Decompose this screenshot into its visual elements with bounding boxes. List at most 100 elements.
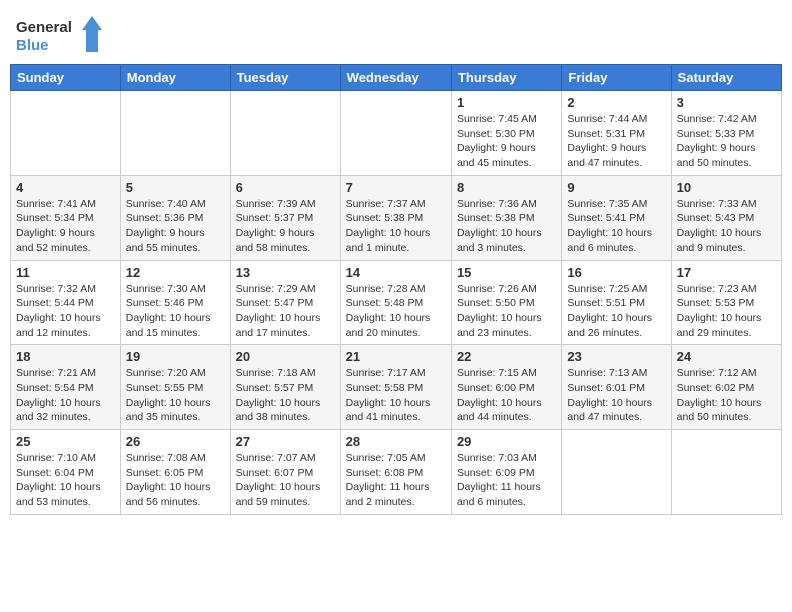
- day-info: Sunrise: 7:28 AM Sunset: 5:48 PM Dayligh…: [346, 282, 446, 341]
- calendar-cell: 15 Sunrise: 7:26 AM Sunset: 5:50 PM Dayli…: [451, 260, 561, 345]
- day-info: Sunrise: 7:42 AM Sunset: 5:33 PM Dayligh…: [677, 112, 776, 171]
- day-number: 1: [457, 95, 556, 110]
- day-info: Sunrise: 7:41 AM Sunset: 5:34 PM Dayligh…: [16, 197, 115, 256]
- day-info: Sunrise: 7:37 AM Sunset: 5:38 PM Dayligh…: [346, 197, 446, 256]
- header-saturday: Saturday: [671, 65, 781, 91]
- day-number: 25: [16, 434, 115, 449]
- day-number: 27: [236, 434, 335, 449]
- calendar-cell: 26Sunrise: 7:08 AM Sunset: 6:05 PM Dayli…: [120, 430, 230, 515]
- day-number: 14: [346, 265, 446, 280]
- calendar-cell: 2Sunrise: 7:44 AM Sunset: 5:31 PM Daylig…: [562, 91, 671, 176]
- day-number: 13: [236, 265, 335, 280]
- svg-text:Blue: Blue: [16, 37, 49, 54]
- day-info: Sunrise: 7:45 AM Sunset: 5:30 PM Dayligh…: [457, 112, 556, 171]
- calendar-cell: [340, 91, 451, 176]
- day-number: 16: [567, 265, 665, 280]
- day-info: Sunrise: 7:35 AM Sunset: 5:41 PM Dayligh…: [567, 197, 665, 256]
- calendar-cell: 25 Sunrise: 7:10 AM Sunset: 6:04 PM Dayli…: [11, 430, 121, 515]
- calendar-cell: [120, 91, 230, 176]
- day-info: Sunrise: 7:44 AM Sunset: 5:31 PM Dayligh…: [567, 112, 665, 171]
- day-number: 19: [126, 349, 225, 364]
- day-info: Sunrise: 7:23 AM Sunset: 5:53 PM Dayligh…: [677, 282, 776, 341]
- day-number: 7: [346, 180, 446, 195]
- day-number: 10: [677, 180, 776, 195]
- calendar-cell: 14 Sunrise: 7:28 AM Sunset: 5:48 PM Dayli…: [340, 260, 451, 345]
- calendar-week-row: 4 Sunrise: 7:41 AM Sunset: 5:34 PM Daylig…: [11, 175, 782, 260]
- calendar-cell: 13 Sunrise: 7:29 AM Sunset: 5:47 PM Dayli…: [230, 260, 340, 345]
- header-sunday: Sunday: [11, 65, 121, 91]
- day-info: Sunrise: 7:05 AM Sunset: 6:08 PM Dayligh…: [346, 451, 446, 510]
- day-number: 15: [457, 265, 556, 280]
- calendar-week-row: 1 Sunrise: 7:45 AM Sunset: 5:30 PM Daylig…: [11, 91, 782, 176]
- day-number: 24: [677, 349, 776, 364]
- day-info: Sunrise: 7:21 AM Sunset: 5:54 PM Dayligh…: [16, 366, 115, 425]
- day-number: 23: [567, 349, 665, 364]
- calendar-cell: [11, 91, 121, 176]
- day-number: 6: [236, 180, 335, 195]
- calendar-cell: 29 Sunrise: 7:03 AM Sunset: 6:09 PM Dayli…: [451, 430, 561, 515]
- day-number: 28: [346, 434, 446, 449]
- day-number: 8: [457, 180, 556, 195]
- day-info: Sunrise: 7:10 AM Sunset: 6:04 PM Dayligh…: [16, 451, 115, 510]
- day-number: 9: [567, 180, 665, 195]
- calendar-cell: 27Sunrise: 7:07 AM Sunset: 6:07 PM Dayli…: [230, 430, 340, 515]
- calendar-cell: 1 Sunrise: 7:45 AM Sunset: 5:30 PM Daylig…: [451, 91, 561, 176]
- calendar-cell: 17 Sunrise: 7:23 AM Sunset: 5:53 PM Dayli…: [671, 260, 781, 345]
- day-info: Sunrise: 7:18 AM Sunset: 5:57 PM Dayligh…: [236, 366, 335, 425]
- calendar-cell: [562, 430, 671, 515]
- calendar-cell: 5Sunrise: 7:40 AM Sunset: 5:36 PM Daylig…: [120, 175, 230, 260]
- svg-text:General: General: [16, 19, 72, 36]
- logo-svg: General Blue: [14, 14, 104, 56]
- calendar-cell: 7 Sunrise: 7:37 AM Sunset: 5:38 PM Daylig…: [340, 175, 451, 260]
- calendar-cell: [671, 430, 781, 515]
- calendar-cell: 8 Sunrise: 7:36 AM Sunset: 5:38 PM Daylig…: [451, 175, 561, 260]
- day-info: Sunrise: 7:15 AM Sunset: 6:00 PM Dayligh…: [457, 366, 556, 425]
- day-number: 22: [457, 349, 556, 364]
- header-monday: Monday: [120, 65, 230, 91]
- day-info: Sunrise: 7:29 AM Sunset: 5:47 PM Dayligh…: [236, 282, 335, 341]
- logo: General Blue: [14, 14, 104, 56]
- day-number: 12: [126, 265, 225, 280]
- header-tuesday: Tuesday: [230, 65, 340, 91]
- day-info: Sunrise: 7:32 AM Sunset: 5:44 PM Dayligh…: [16, 282, 115, 341]
- day-number: 21: [346, 349, 446, 364]
- calendar-cell: 19 Sunrise: 7:20 AM Sunset: 5:55 PM Dayli…: [120, 345, 230, 430]
- calendar-cell: [230, 91, 340, 176]
- day-info: Sunrise: 7:12 AM Sunset: 6:02 PM Dayligh…: [677, 366, 776, 425]
- header-friday: Friday: [562, 65, 671, 91]
- day-number: 29: [457, 434, 556, 449]
- day-info: Sunrise: 7:08 AM Sunset: 6:05 PM Dayligh…: [126, 451, 225, 510]
- calendar-cell: 11 Sunrise: 7:32 AM Sunset: 5:44 PM Dayli…: [11, 260, 121, 345]
- day-info: Sunrise: 7:17 AM Sunset: 5:58 PM Dayligh…: [346, 366, 446, 425]
- calendar-cell: 6 Sunrise: 7:39 AM Sunset: 5:37 PM Daylig…: [230, 175, 340, 260]
- day-number: 11: [16, 265, 115, 280]
- day-info: Sunrise: 7:30 AM Sunset: 5:46 PM Dayligh…: [126, 282, 225, 341]
- day-info: Sunrise: 7:03 AM Sunset: 6:09 PM Dayligh…: [457, 451, 556, 510]
- day-number: 18: [16, 349, 115, 364]
- calendar-cell: 20 Sunrise: 7:18 AM Sunset: 5:57 PM Dayli…: [230, 345, 340, 430]
- day-info: Sunrise: 7:36 AM Sunset: 5:38 PM Dayligh…: [457, 197, 556, 256]
- day-number: 3: [677, 95, 776, 110]
- header-thursday: Thursday: [451, 65, 561, 91]
- day-info: Sunrise: 7:13 AM Sunset: 6:01 PM Dayligh…: [567, 366, 665, 425]
- day-info: Sunrise: 7:20 AM Sunset: 5:55 PM Dayligh…: [126, 366, 225, 425]
- calendar-cell: 3 Sunrise: 7:42 AM Sunset: 5:33 PM Daylig…: [671, 91, 781, 176]
- calendar-cell: 16Sunrise: 7:25 AM Sunset: 5:51 PM Dayli…: [562, 260, 671, 345]
- calendar-cell: 9 Sunrise: 7:35 AM Sunset: 5:41 PM Daylig…: [562, 175, 671, 260]
- calendar-week-row: 18 Sunrise: 7:21 AM Sunset: 5:54 PM Dayli…: [11, 345, 782, 430]
- page-header: General Blue: [10, 10, 782, 56]
- day-number: 20: [236, 349, 335, 364]
- calendar-table: SundayMondayTuesdayWednesdayThursdayFrid…: [10, 64, 782, 515]
- day-info: Sunrise: 7:39 AM Sunset: 5:37 PM Dayligh…: [236, 197, 335, 256]
- day-info: Sunrise: 7:26 AM Sunset: 5:50 PM Dayligh…: [457, 282, 556, 341]
- calendar-cell: 22 Sunrise: 7:15 AM Sunset: 6:00 PM Dayli…: [451, 345, 561, 430]
- calendar-cell: 23 Sunrise: 7:13 AM Sunset: 6:01 PM Dayli…: [562, 345, 671, 430]
- calendar-cell: 28 Sunrise: 7:05 AM Sunset: 6:08 PM Dayli…: [340, 430, 451, 515]
- calendar-week-row: 25 Sunrise: 7:10 AM Sunset: 6:04 PM Dayli…: [11, 430, 782, 515]
- day-number: 4: [16, 180, 115, 195]
- calendar-cell: 10Sunrise: 7:33 AM Sunset: 5:43 PM Dayli…: [671, 175, 781, 260]
- calendar-cell: 12 Sunrise: 7:30 AM Sunset: 5:46 PM Dayli…: [120, 260, 230, 345]
- day-number: 17: [677, 265, 776, 280]
- calendar-cell: 21 Sunrise: 7:17 AM Sunset: 5:58 PM Dayli…: [340, 345, 451, 430]
- calendar-cell: 4 Sunrise: 7:41 AM Sunset: 5:34 PM Daylig…: [11, 175, 121, 260]
